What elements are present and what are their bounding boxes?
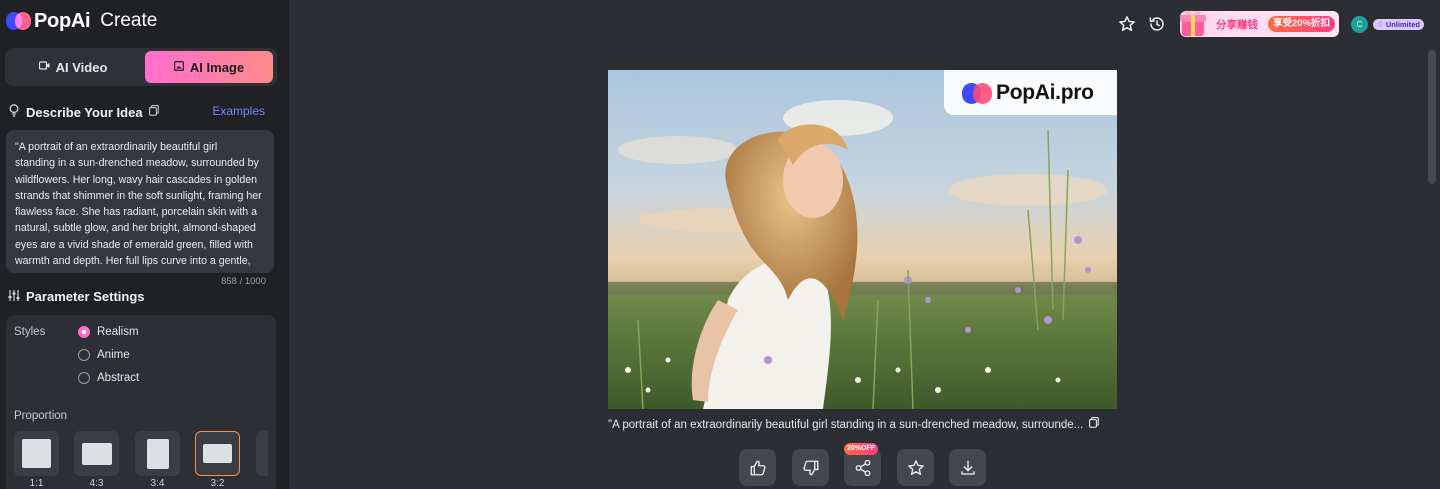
proportion-label-3-4: 3:4 xyxy=(150,478,165,489)
square-ratio-icon xyxy=(22,439,51,468)
popai-logo-icon xyxy=(6,10,32,32)
proportion-3-2[interactable] xyxy=(195,431,240,476)
describe-heading: Describe Your Idea xyxy=(7,104,159,120)
proportion-more[interactable] xyxy=(256,431,268,476)
like-button[interactable] xyxy=(739,449,776,486)
examples-link[interactable]: Examples xyxy=(212,104,265,118)
plan-badge[interactable]: ♢ Unlimited xyxy=(1373,19,1424,30)
proportion-3-4[interactable] xyxy=(135,431,180,476)
download-icon xyxy=(960,460,975,475)
watermark-text: PopAi.pro xyxy=(996,80,1094,104)
tab-ai-image-label: AI Image xyxy=(189,59,245,75)
proportion-label-4-3: 4:3 xyxy=(89,478,104,489)
style-option-label: Anime xyxy=(97,349,130,361)
star-icon xyxy=(907,459,924,475)
proportion-label: Proportion xyxy=(14,410,68,422)
parameter-title: Parameter Settings xyxy=(26,289,145,304)
style-option-anime[interactable]: Anime xyxy=(78,349,130,361)
scrollbar-thumb[interactable] xyxy=(1428,50,1436,184)
sliders-icon xyxy=(7,289,21,304)
style-option-label: Realism xyxy=(97,326,139,338)
download-button[interactable] xyxy=(949,449,986,486)
tab-ai-image[interactable]: AI Image xyxy=(145,51,273,83)
promo-discount-badge: 享受20%折扣 xyxy=(1268,16,1336,32)
radio-checked-icon xyxy=(78,326,90,338)
history-icon[interactable] xyxy=(1147,14,1167,34)
prompt-line: wildflowers. Her long, wavy hair cascade… xyxy=(15,173,258,186)
tab-ai-video[interactable]: AI Video xyxy=(9,51,137,83)
style-option-label: Abstract xyxy=(97,372,140,384)
share-discount-badge: 20%OFF xyxy=(844,443,879,455)
styles-label: Styles xyxy=(14,326,46,338)
parameter-heading: Parameter Settings xyxy=(7,289,145,304)
meadow-portrait-illustration xyxy=(608,100,1117,409)
favorite-button[interactable] xyxy=(897,449,934,486)
favorite-star-icon[interactable] xyxy=(1117,14,1137,34)
promo-text: 分享赚钱 xyxy=(1216,19,1258,31)
brand[interactable]: PopAi Create xyxy=(6,8,157,34)
share-icon xyxy=(855,459,870,476)
prompt-line: flawless face. She has radiant, porcelai… xyxy=(15,206,258,219)
parameter-panel: Styles Realism Anime Abstract Proportion… xyxy=(6,315,276,489)
tab-ai-video-label: AI Video xyxy=(55,59,108,75)
thumbs-down-icon xyxy=(802,460,818,475)
diamond-icon: ♢ xyxy=(1377,20,1386,29)
generated-image[interactable]: PopAi.pro xyxy=(608,70,1117,409)
image-icon xyxy=(173,60,184,74)
char-count: 858 / 1000 xyxy=(221,276,266,287)
prompt-line: strands that shimmer in the soft sunligh… xyxy=(15,189,262,202)
gift-icon xyxy=(1180,10,1206,36)
radio-unchecked-icon xyxy=(78,372,90,384)
prompt-line: natural, subtle glow, and her bright, al… xyxy=(15,222,256,235)
lightbulb-icon xyxy=(7,104,21,120)
radio-unchecked-icon xyxy=(78,349,90,361)
caption-text: "A portrait of an extraordinarily beauti… xyxy=(608,419,1084,431)
prompt-line: warmth and depth. Her full lips curve in… xyxy=(15,255,251,268)
prompt-line: "A portrait of an extraordinarily beauti… xyxy=(15,141,218,153)
prompt-line: eyes are a vivid shade of emerald green,… xyxy=(15,238,253,251)
proportion-4-3[interactable] xyxy=(74,431,119,476)
landscape-ratio-icon xyxy=(203,444,232,463)
copy-icon[interactable] xyxy=(148,105,159,119)
proportion-label-3-2: 3:2 xyxy=(210,478,225,489)
style-option-abstract[interactable]: Abstract xyxy=(78,372,139,384)
prompt-line: standing in a sun-drenched meadow, surro… xyxy=(15,157,259,170)
copy-caption-icon[interactable] xyxy=(1089,417,1100,431)
sidebar: PopAi Create AI Video AI Image Describe … xyxy=(0,0,289,489)
brand-section: Create xyxy=(100,10,158,31)
plan-badge-label: Unlimited xyxy=(1385,20,1420,29)
portrait-ratio-icon xyxy=(146,438,169,469)
prompt-textarea[interactable]: "A portrait of an extraordinarily beauti… xyxy=(6,130,274,273)
describe-title: Describe Your Idea xyxy=(26,104,143,120)
image-caption: "A portrait of an extraordinarily beauti… xyxy=(608,417,1118,431)
proportion-1-1[interactable] xyxy=(14,431,59,476)
landscape-ratio-icon xyxy=(81,442,112,465)
avatar[interactable]: C xyxy=(1351,16,1368,33)
style-option-realism[interactable]: Realism xyxy=(78,326,139,338)
dislike-button[interactable] xyxy=(792,449,829,486)
mode-tabs: AI Video AI Image xyxy=(5,48,277,86)
share-promo-banner[interactable]: 分享赚钱 享受20%折扣 xyxy=(1180,10,1339,37)
popai-logo-icon xyxy=(962,82,992,104)
video-icon xyxy=(38,61,50,73)
watermark: PopAi.pro xyxy=(944,70,1117,115)
brand-name: PopAi xyxy=(34,9,91,32)
proportion-label-1-1: 1:1 xyxy=(29,478,44,489)
thumbs-up-icon xyxy=(750,460,766,475)
